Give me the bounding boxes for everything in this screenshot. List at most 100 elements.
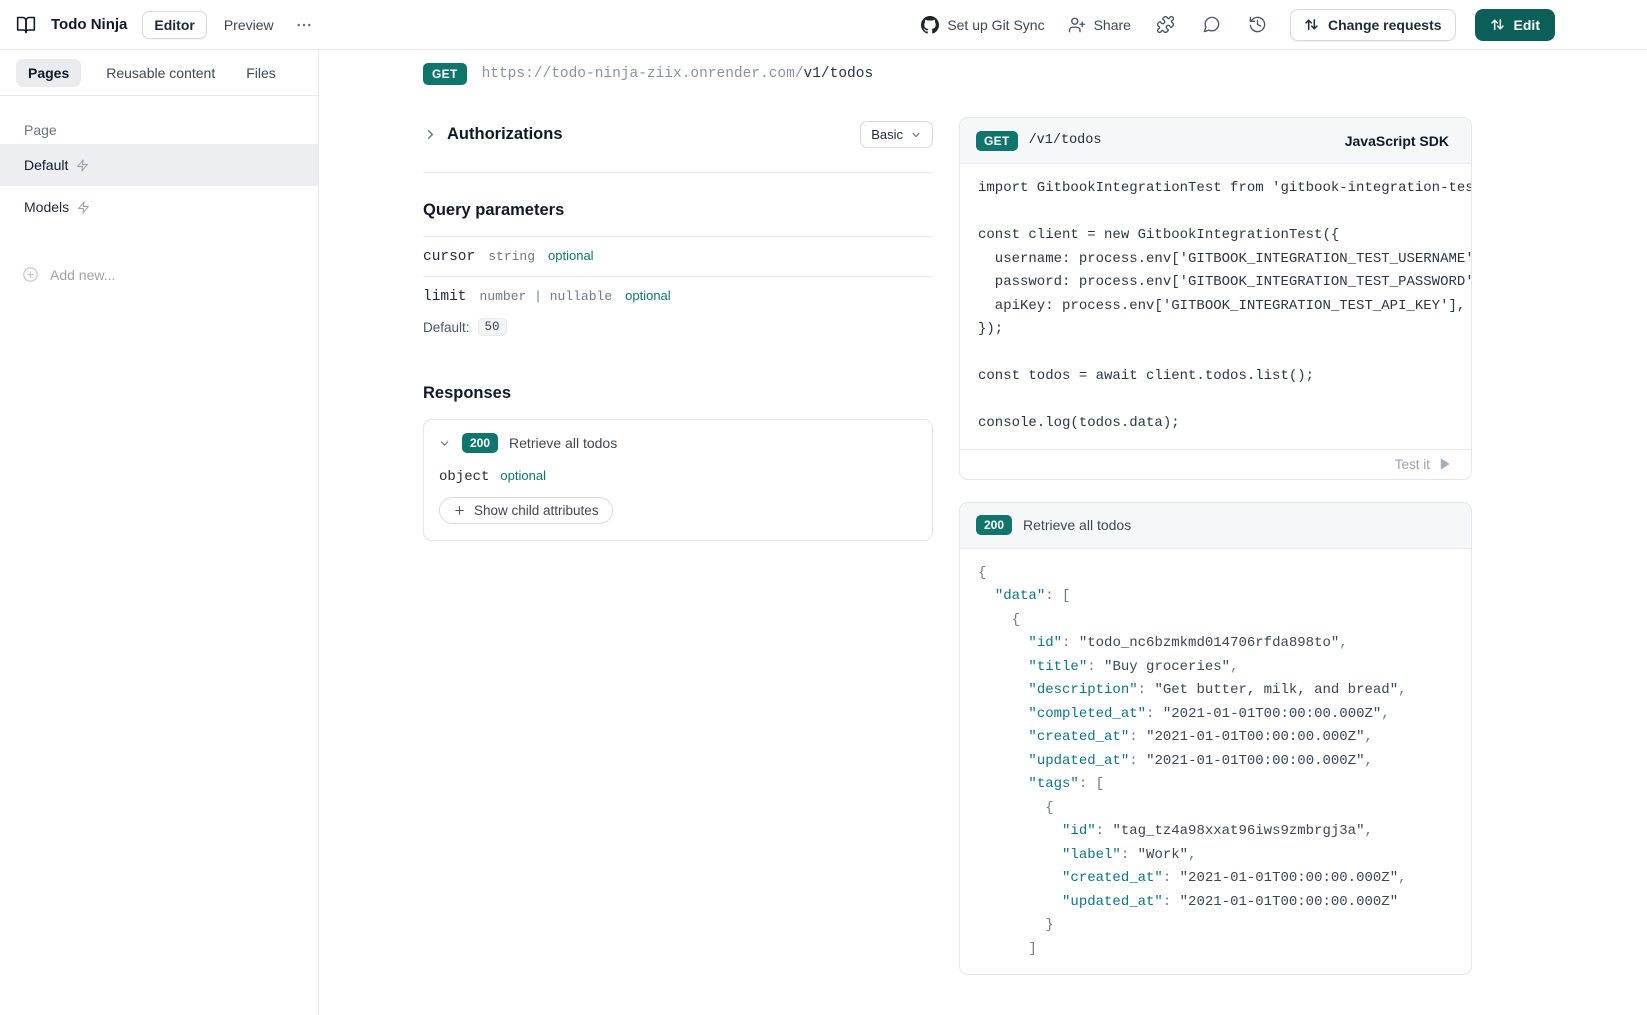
chevron-down-icon [910, 129, 922, 141]
git-sync-label: Set up Git Sync [947, 17, 1044, 33]
auth-scheme-select[interactable]: Basic [860, 121, 933, 148]
integrations-button[interactable] [1152, 11, 1179, 38]
response-optional-badge: optional [500, 468, 546, 483]
code-column: GET /v1/todos JavaScript SDK import Gitb… [959, 117, 1472, 975]
sidebar: Pages Reusable content Files Page Defaul… [0, 50, 319, 1015]
top-bar: Todo Ninja Editor Preview Set up Git Syn… [0, 0, 1647, 50]
authorizations-title: Authorizations [447, 125, 563, 144]
share-button[interactable]: Share [1066, 12, 1133, 38]
param-optional-badge: optional [625, 288, 671, 303]
top-bar-left: Todo Ninja Editor Preview [16, 11, 317, 39]
history-button[interactable] [1244, 11, 1271, 38]
param-row-limit: limit number | nullable optional [423, 277, 933, 316]
default-value: 50 [478, 318, 507, 336]
show-child-attributes-label: Show child attributes [474, 503, 599, 518]
more-icon[interactable] [291, 12, 317, 38]
git-sync-button[interactable]: Set up Git Sync [919, 12, 1046, 38]
authorizations-toggle[interactable]: Authorizations [423, 125, 563, 144]
test-it-button[interactable]: Test it [1389, 456, 1457, 473]
responses-title: Responses [423, 384, 933, 403]
request-example-footer: Test it [960, 449, 1471, 479]
auth-scheme-value: Basic [871, 127, 903, 142]
response-summary: Retrieve all todos [509, 435, 617, 451]
sidebar-tab-reusable-content[interactable]: Reusable content [100, 64, 221, 82]
book-icon [16, 15, 36, 35]
response-example-summary: Retrieve all todos [1023, 517, 1131, 533]
param-name: limit [423, 289, 467, 305]
response-code-block[interactable]: { "data": [ { "id": "todo_nc6bzmkmd01470… [960, 549, 1471, 975]
response-body-type-row: object optional [424, 462, 932, 485]
query-parameters-title: Query parameters [423, 201, 933, 220]
zap-icon [76, 159, 89, 172]
default-label: Default: [423, 320, 470, 335]
show-child-attributes-button[interactable]: Show child attributes [439, 497, 613, 524]
tab-editor[interactable]: Editor [142, 11, 206, 39]
response-status-row: 200 Retrieve all todos [976, 515, 1131, 535]
change-requests-button[interactable]: Change requests [1290, 9, 1456, 41]
add-new-button[interactable]: Add new... [0, 266, 318, 283]
response-example-header: 200 Retrieve all todos [960, 503, 1471, 549]
doc-column: Authorizations Basic Query parameters cu… [423, 117, 933, 541]
method-badge: GET [976, 131, 1018, 151]
response-body-type: object [439, 469, 489, 485]
history-clock-icon [1248, 15, 1267, 34]
app-title: Todo Ninja [51, 16, 127, 33]
sidebar-section-page-label: Page [0, 116, 318, 144]
user-plus-icon [1068, 16, 1086, 34]
endpoint-url-row: GET https://todo-ninja-ziix.onrender.com… [319, 50, 1647, 85]
request-code-block[interactable]: import GitbookIntegrationTest from 'gitb… [960, 164, 1471, 449]
puzzle-icon [1156, 15, 1175, 34]
sidebar-item-label: Models [24, 199, 69, 215]
chevron-right-icon [423, 127, 438, 142]
edit-label: Edit [1514, 17, 1540, 33]
test-it-label: Test it [1395, 457, 1430, 472]
response-toggle[interactable]: 200 Retrieve all todos [424, 420, 932, 462]
change-requests-label: Change requests [1328, 17, 1442, 33]
sidebar-tab-pages[interactable]: Pages [16, 59, 81, 87]
content-columns: Authorizations Basic Query parameters cu… [319, 117, 1647, 975]
authorizations-row: Authorizations Basic [423, 121, 933, 148]
sidebar-tabs: Pages Reusable content Files [0, 50, 318, 96]
top-bar-right: Set up Git Sync Share C [919, 9, 1555, 41]
plus-icon [453, 504, 466, 517]
param-name: cursor [423, 249, 475, 265]
main-content: GET https://todo-ninja-ziix.onrender.com… [319, 50, 1647, 1015]
change-arrows-icon [1304, 17, 1319, 32]
endpoint-path: v1/todos [804, 66, 874, 82]
status-badge: 200 [976, 515, 1012, 535]
sidebar-item-label: Default [24, 157, 68, 173]
chat-bubble-icon [1202, 15, 1221, 34]
sidebar-item-models[interactable]: Models [0, 186, 318, 228]
response-example-card: 200 Retrieve all todos { "data": [ { "id… [959, 502, 1472, 976]
sdk-language-select[interactable]: JavaScript SDK [1339, 132, 1455, 150]
tab-preview[interactable]: Preview [222, 13, 276, 37]
request-path: /v1/todos [1029, 133, 1102, 148]
param-optional-badge: optional [548, 248, 594, 263]
zap-icon [77, 201, 90, 214]
request-example-header: GET /v1/todos JavaScript SDK [960, 118, 1471, 164]
sidebar-tab-files[interactable]: Files [240, 64, 282, 82]
endpoint-base-url: https://todo-ninja-ziix.onrender.com/ [482, 66, 804, 82]
method-badge: GET [423, 63, 467, 85]
circle-plus-icon [22, 266, 39, 283]
divider [423, 172, 933, 173]
edit-arrows-icon [1490, 17, 1505, 32]
param-type: number | nullable [480, 289, 613, 304]
status-badge: 200 [462, 433, 498, 453]
github-icon [921, 16, 939, 34]
param-default-row: Default: 50 [423, 318, 933, 336]
request-example-card: GET /v1/todos JavaScript SDK import Gitb… [959, 117, 1472, 480]
add-new-label: Add new... [50, 267, 115, 283]
app-shell: Pages Reusable content Files Page Defaul… [0, 50, 1647, 1015]
param-type: string [488, 249, 535, 264]
play-icon [1437, 457, 1451, 471]
comments-button[interactable] [1198, 11, 1225, 38]
param-row-cursor: cursor string optional [423, 237, 933, 276]
chevron-down-icon [438, 437, 451, 450]
share-label: Share [1094, 17, 1131, 33]
edit-button[interactable]: Edit [1475, 9, 1555, 41]
sidebar-item-default[interactable]: Default [0, 144, 318, 186]
request-endpoint: GET /v1/todos [976, 131, 1102, 151]
endpoint-url: https://todo-ninja-ziix.onrender.com/v1/… [482, 66, 874, 82]
response-card: 200 Retrieve all todos object optional S… [423, 419, 933, 541]
